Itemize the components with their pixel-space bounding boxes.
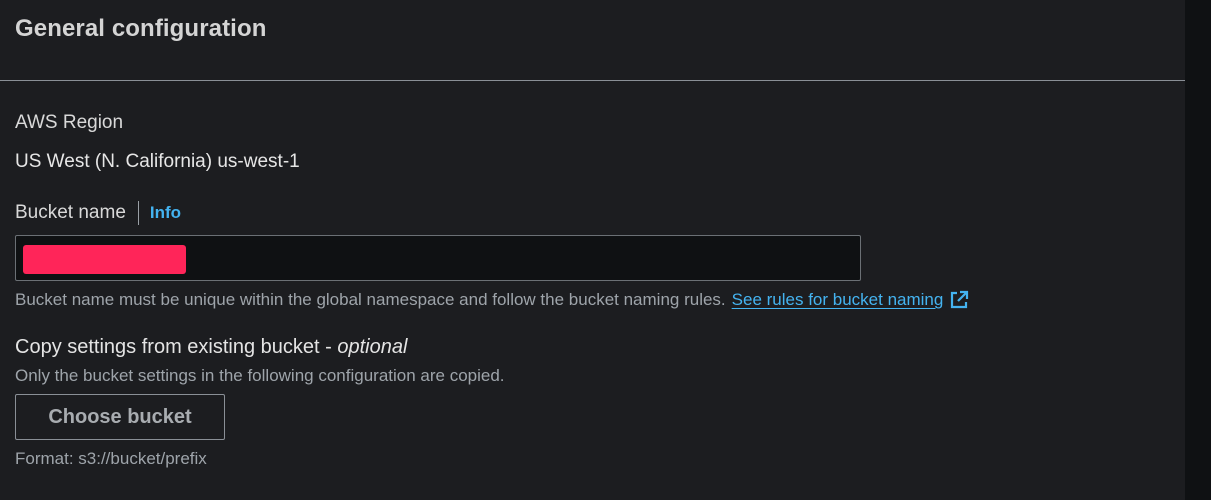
label-separator — [137, 201, 139, 225]
bucket-name-label-row: Bucket name Info — [15, 200, 181, 226]
bucket-naming-rules-link[interactable]: See rules for bucket naming — [732, 290, 944, 310]
bucket-name-helper-text: Bucket name must be unique within the gl… — [15, 290, 726, 309]
aws-region-value: US West (N. California) us-west-1 — [15, 151, 300, 172]
redacted-bucket-name — [23, 245, 186, 274]
bucket-name-helper: Bucket name must be unique within the gl… — [15, 290, 969, 310]
copy-settings-description: Only the bucket settings in the followin… — [15, 366, 505, 385]
bucket-format-hint: Format: s3://bucket/prefix — [15, 449, 207, 468]
copy-settings-label-text: Copy settings from existing bucket - — [15, 336, 338, 358]
external-link-icon[interactable] — [949, 290, 969, 310]
section-divider — [0, 80, 1185, 81]
bucket-name-input[interactable] — [15, 235, 861, 281]
aws-region-label: AWS Region — [15, 112, 124, 133]
general-configuration-panel: General configuration AWS Region US West… — [0, 0, 1185, 500]
optional-tag: optional — [337, 336, 408, 358]
bucket-name-label: Bucket name — [15, 202, 126, 223]
bucket-name-info-link[interactable]: Info — [150, 203, 181, 223]
section-title: General configuration — [15, 15, 267, 42]
bucket-naming-rules-link-text: See rules for bucket naming — [731, 290, 944, 309]
choose-bucket-button[interactable]: Choose bucket — [15, 394, 225, 440]
copy-settings-label: Copy settings from existing bucket - opt… — [15, 336, 407, 359]
